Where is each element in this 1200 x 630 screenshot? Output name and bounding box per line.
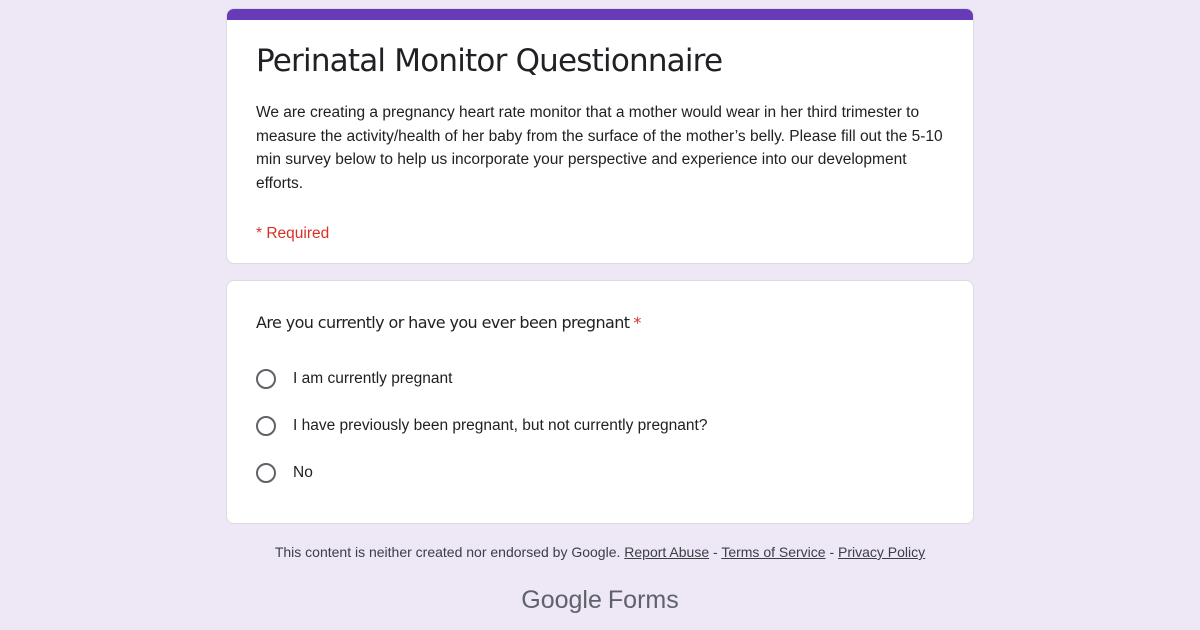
question-title-text: Are you currently or have you ever been … xyxy=(256,313,630,332)
google-wordmark: Google xyxy=(521,586,602,614)
required-asterisk: * xyxy=(633,313,641,332)
form-title: Perinatal Monitor Questionnaire xyxy=(256,43,723,79)
radio-unchecked-icon[interactable] xyxy=(256,416,276,436)
forms-wordmark: Forms xyxy=(607,586,679,614)
accent-bar xyxy=(227,9,973,20)
radio-unchecked-icon[interactable] xyxy=(256,463,276,483)
terms-of-service-link[interactable]: Terms of Service xyxy=(721,544,825,560)
option-no[interactable]: No xyxy=(256,461,313,485)
option-label[interactable]: I am currently pregnant xyxy=(293,370,452,388)
question-card: Are you currently or have you ever been … xyxy=(226,280,974,524)
footer-separator: - xyxy=(829,544,835,560)
google-forms-logo: Google Forms xyxy=(0,586,1200,615)
form-header-card: Perinatal Monitor Questionnaire We are c… xyxy=(226,8,974,264)
report-abuse-link[interactable]: Report Abuse xyxy=(624,544,709,560)
required-note: * Required xyxy=(256,225,330,242)
footer-disclaimer: This content is neither created nor endo… xyxy=(274,544,621,560)
option-previously-pregnant[interactable]: I have previously been pregnant, but not… xyxy=(256,414,707,438)
option-currently-pregnant[interactable]: I am currently pregnant xyxy=(256,367,452,391)
option-label[interactable]: I have previously been pregnant, but not… xyxy=(293,417,707,435)
radio-unchecked-icon[interactable] xyxy=(256,369,276,389)
question-title: Are you currently or have you ever been … xyxy=(256,313,641,332)
footer-separator: - xyxy=(713,544,718,560)
privacy-policy-link[interactable]: Privacy Policy xyxy=(838,544,925,560)
form-description: We are creating a pregnancy heart rate m… xyxy=(256,104,943,192)
footer: This content is neither created nor endo… xyxy=(0,544,1200,560)
option-label[interactable]: No xyxy=(293,464,313,482)
